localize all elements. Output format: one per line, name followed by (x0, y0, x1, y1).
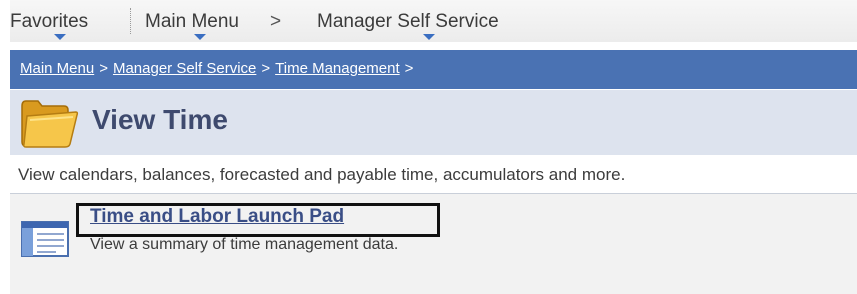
breadcrumb: Main Menu > Manager Self Service > Time Mana… (20, 60, 418, 77)
breadcrumb-bar: Main Menu > Manager Self Service > Time Mana… (10, 50, 857, 89)
breadcrumb-manager-self-service[interactable]: Manager Self Service (113, 60, 256, 77)
breadcrumb-separator: > (99, 60, 108, 77)
page-title: View Time (92, 104, 228, 135)
breadcrumb-separator: > (261, 60, 271, 77)
window-icon[interactable] (20, 216, 70, 260)
top-menu-bar: Favorites Main Menu > Manager Self Servi… (10, 0, 857, 42)
highlight-box (76, 203, 440, 237)
folder-icon (21, 100, 79, 148)
link-description: View a summary of time management data. (90, 236, 399, 253)
menu-main-menu[interactable]: Main Menu (145, 11, 239, 33)
menu-favorites[interactable]: Favorites (10, 11, 88, 33)
page-header: View Time (10, 90, 857, 155)
page: Favorites Main Menu > Manager Self Servi… (10, 0, 857, 294)
chevron-down-icon[interactable] (54, 34, 66, 40)
menu-manager-self-service[interactable]: Manager Self Service (317, 11, 499, 33)
chevron-down-icon[interactable] (194, 34, 206, 40)
page-description: View calendars, balances, forecasted and… (18, 165, 626, 184)
breadcrumb-main-menu[interactable]: Main Menu (20, 60, 94, 77)
breadcrumb-separator: > (404, 60, 414, 77)
chevron-down-icon[interactable] (423, 34, 435, 40)
menu-separator: > (270, 11, 282, 32)
menu-divider (130, 8, 131, 34)
breadcrumb-time-management[interactable]: Time Management (275, 60, 400, 77)
